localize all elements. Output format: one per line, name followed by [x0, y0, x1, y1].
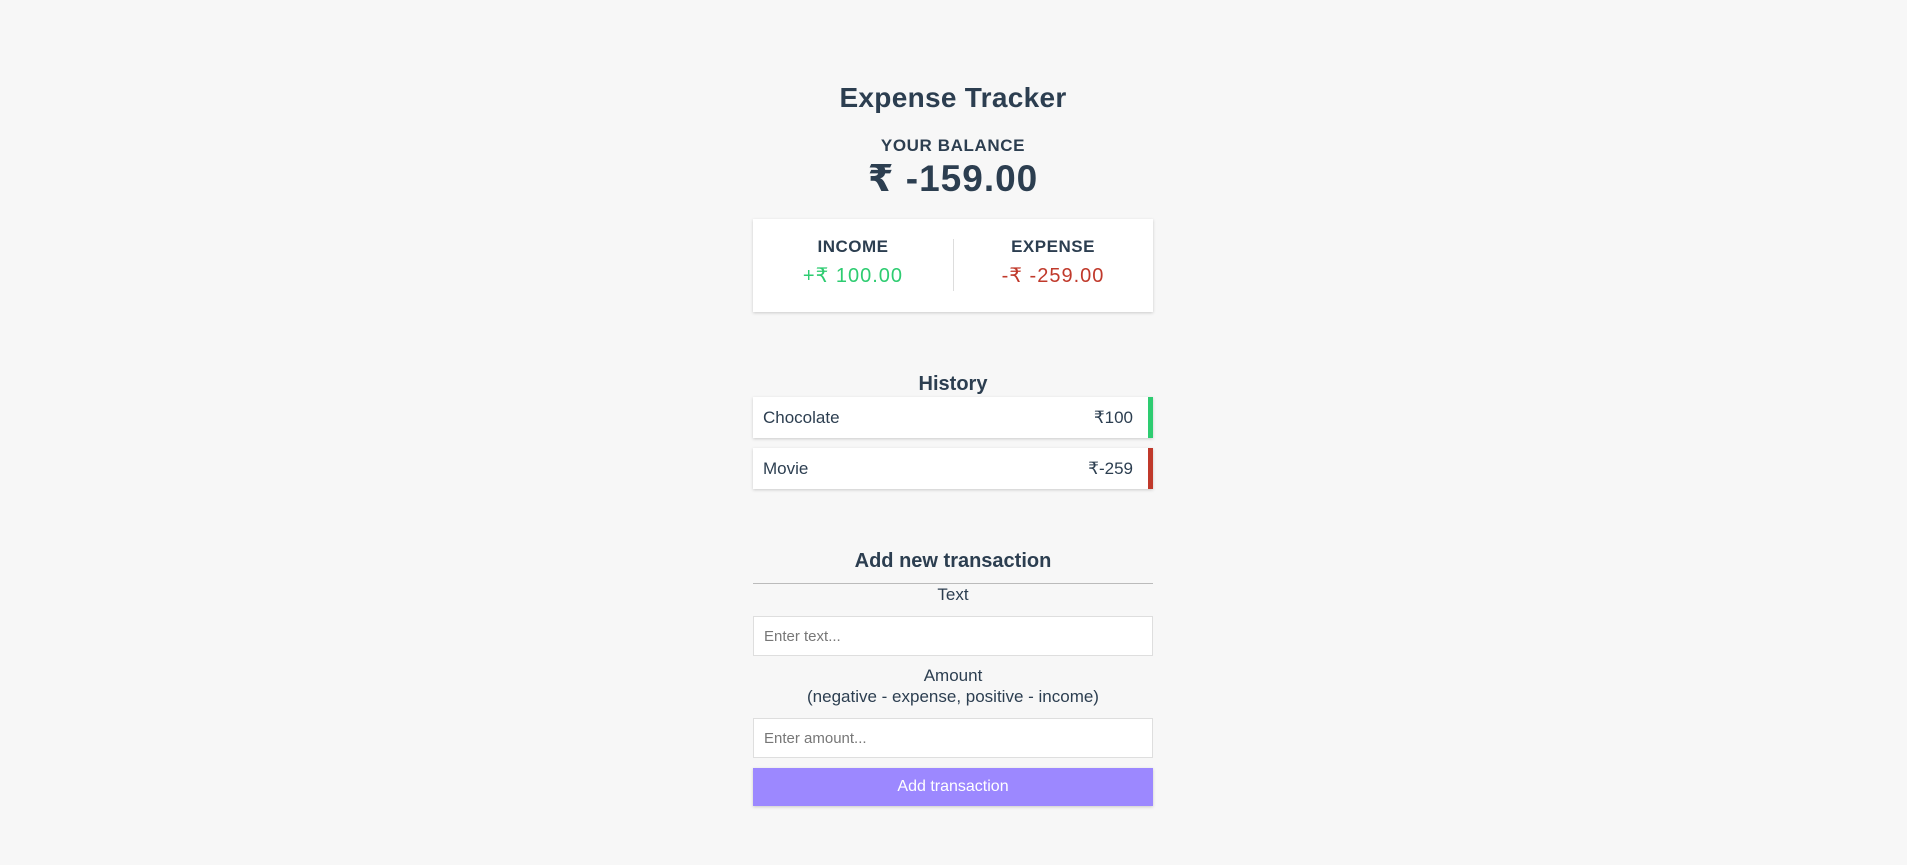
transaction-item[interactable]: Movie ₹-259 [753, 448, 1153, 489]
amount-label-title: Amount [923, 666, 983, 685]
text-input[interactable] [753, 616, 1153, 656]
income-expense-card: INCOME +₹ 100.00 EXPENSE -₹ -259.00 [753, 219, 1153, 312]
amount-field-label: Amount (negative - expense, positive - i… [753, 665, 1153, 707]
transaction-list: Chocolate ₹100 Movie ₹-259 [753, 397, 1153, 499]
page-title: Expense Tracker [839, 82, 1067, 113]
transaction-text: Chocolate [763, 407, 840, 427]
add-transaction-heading: Add new transaction [753, 550, 1153, 584]
expense-label: EXPENSE [1011, 237, 1095, 256]
transaction-amount: ₹100 [1093, 407, 1133, 427]
expense-summary: EXPENSE -₹ -259.00 [953, 237, 1153, 288]
expense-value: -₹ -259.00 [1001, 265, 1105, 287]
balance-value: ₹ -159.00 [867, 158, 1039, 199]
add-transaction-button[interactable]: Add transaction [753, 768, 1153, 806]
income-label: INCOME [817, 237, 889, 256]
income-value: +₹ 100.00 [802, 265, 904, 287]
amount-label-hint: (negative - expense, positive - income) [807, 687, 1099, 706]
text-field-label: Text [937, 585, 969, 604]
income-summary: INCOME +₹ 100.00 [753, 237, 953, 288]
transaction-text: Movie [763, 458, 809, 478]
transaction-amount: ₹-259 [1088, 458, 1133, 478]
amount-input[interactable] [753, 718, 1153, 758]
transaction-item[interactable]: Chocolate ₹100 [753, 397, 1153, 438]
balance-label: YOUR BALANCE [880, 136, 1026, 155]
